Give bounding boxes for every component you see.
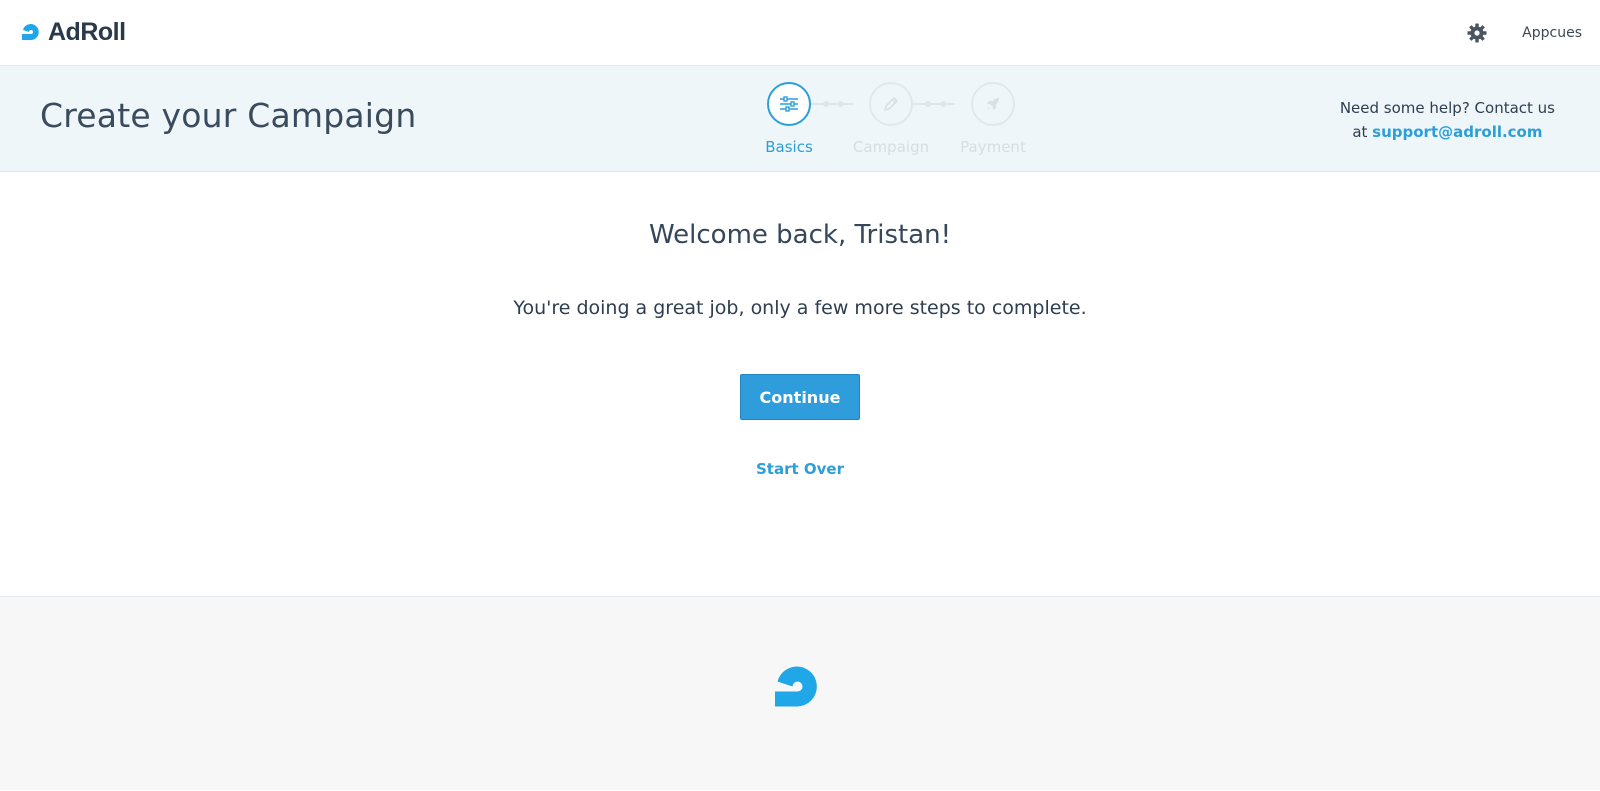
support-email-link[interactable]: support@adroll.com — [1372, 123, 1542, 141]
campaign-header: Create your Campaign Basics Campaign Pay… — [0, 66, 1600, 172]
adroll-logo[interactable]: AdRoll — [20, 18, 126, 47]
step-basics[interactable]: Basics — [744, 82, 834, 156]
welcome-subtitle: You're doing a great job, only a few mor… — [513, 297, 1087, 319]
gear-icon[interactable] — [1466, 22, 1488, 44]
step-label: Payment — [960, 138, 1026, 156]
start-over-link[interactable]: Start Over — [756, 460, 844, 478]
help-text: Need some help? Contact us — [1339, 99, 1555, 117]
pencil-icon — [869, 82, 913, 126]
brand-name: AdRoll — [48, 18, 126, 46]
account-menu[interactable]: Appcues — [1522, 25, 1582, 41]
sliders-icon — [767, 82, 811, 126]
adroll-footer-logo-icon — [770, 661, 830, 721]
adroll-logo-icon — [22, 23, 39, 40]
progress-stepper: Basics Campaign Payment — [740, 82, 1026, 162]
step-campaign[interactable]: Campaign — [846, 82, 936, 156]
rocket-icon — [971, 82, 1015, 126]
step-label: Campaign — [852, 138, 930, 156]
step-label: Basics — [765, 138, 813, 156]
welcome-panel: Welcome back, Tristan! You're doing a gr… — [0, 172, 1600, 597]
footer — [0, 597, 1600, 790]
continue-button[interactable]: Continue — [740, 374, 860, 420]
welcome-heading: Welcome back, Tristan! — [648, 220, 952, 250]
step-payment[interactable]: Payment — [948, 82, 1038, 156]
page-title: Create your Campaign — [40, 96, 417, 135]
help-prefix: at — [1352, 123, 1368, 141]
top-navigation-bar: AdRoll Appcues — [0, 0, 1600, 66]
help-contact: Need some help? Contact us at support@ad… — [1340, 96, 1555, 144]
